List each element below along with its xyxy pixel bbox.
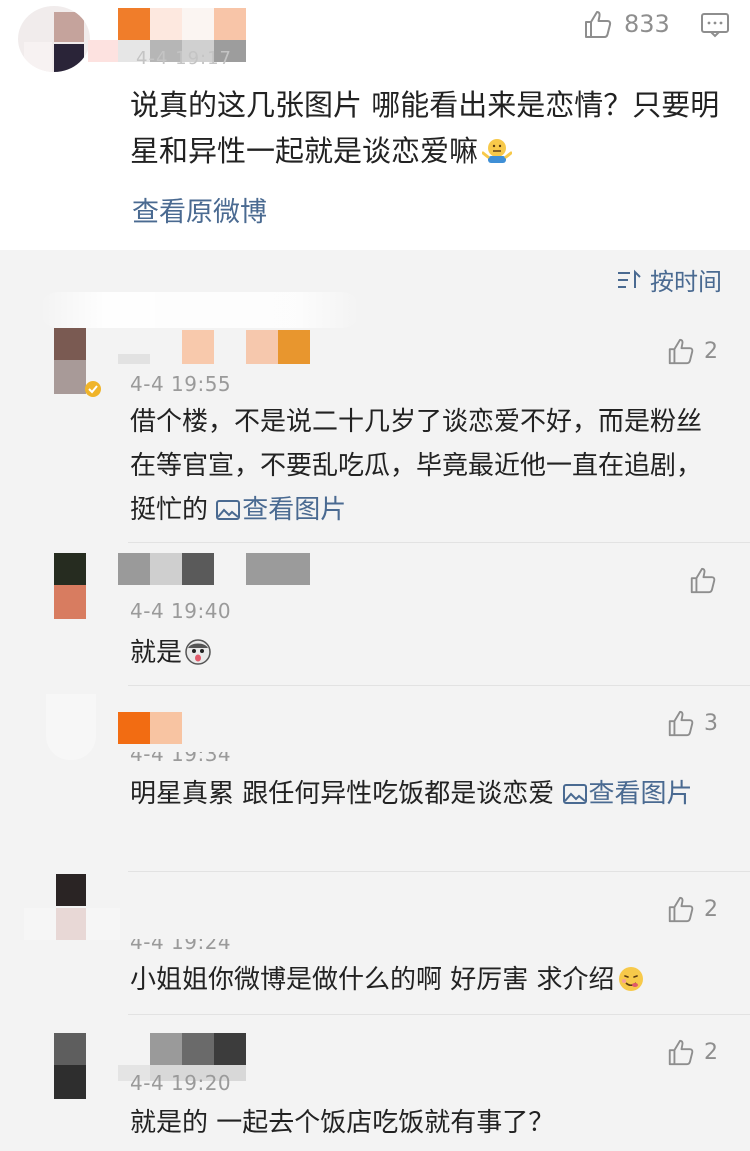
username-mosaic[interactable] xyxy=(118,712,182,748)
top-comment-card: 833 4-4 19:17 说真的这几张图片 哪能看出来是恋情？只要明星和异性一… xyxy=(0,0,750,250)
like-count: 2 xyxy=(704,896,718,922)
sort-toggle[interactable]: 按时间 xyxy=(616,262,722,297)
thumbs-up-icon xyxy=(668,1039,694,1066)
comment-text: 就是的 一起去个饭店吃饭就有事了？ xyxy=(130,1101,720,1145)
comment-text-content: 说真的这几张图片 哪能看出来是恋情？只要明星和异性一起就是谈恋爱嘛 xyxy=(130,88,720,168)
shrug-emoji-icon xyxy=(482,139,513,163)
view-image-label: 查看图片 xyxy=(588,779,693,809)
like-button[interactable]: 3 xyxy=(666,708,718,738)
verified-badge-icon xyxy=(85,381,101,397)
comment-time: 4-4 19:17 xyxy=(136,48,232,69)
comment-time: 4-4 19:55 xyxy=(130,372,232,396)
thumbs-up-icon xyxy=(668,896,694,923)
comment-time: 4-4 19:20 xyxy=(130,1071,232,1095)
comment-text: 说真的这几张图片 哪能看出来是恋情？只要明星和异性一起就是谈恋爱嘛 xyxy=(130,82,720,174)
comment-text: 借个楼，不是说二十几岁了谈恋爱不好，而是粉丝在等官宣，不要乱吃瓜，毕竟最近他一直… xyxy=(130,400,720,532)
username-mosaic[interactable] xyxy=(118,553,318,589)
username-mosaic[interactable] xyxy=(118,328,318,364)
yummy-emoji-icon xyxy=(618,967,643,991)
avatar[interactable] xyxy=(54,1033,86,1099)
avatar[interactable] xyxy=(46,694,96,760)
like-count: 2 xyxy=(704,338,718,364)
comment-icon[interactable] xyxy=(700,12,730,38)
thumbs-up-icon xyxy=(668,338,694,365)
view-original-link[interactable]: 查看原微博 xyxy=(132,190,267,229)
avatar[interactable] xyxy=(18,6,90,72)
comment-text-content: 小姐姐你微博是做什么的啊 好厉害 求介绍 xyxy=(130,965,615,995)
comment-text-content: 就是的 一起去个饭店吃饭就有事了？ xyxy=(130,1108,555,1138)
image-icon xyxy=(562,784,587,804)
image-icon xyxy=(216,500,241,520)
like-button[interactable]: 2 xyxy=(666,1037,718,1067)
comment-time: 4-4 19:24 xyxy=(130,930,232,954)
thumbs-up-icon xyxy=(585,11,612,38)
list-item: 4-4 19:24 2 小姐姐你微博是做什么的啊 好厉害 求介绍 xyxy=(0,872,750,1014)
like-button[interactable]: 2 xyxy=(666,894,718,924)
sort-label: 按时间 xyxy=(650,268,722,296)
view-image-link[interactable]: 查看图片 xyxy=(562,779,693,809)
like-count: 3 xyxy=(704,710,718,736)
list-item: 4-4 19:40 就是 xyxy=(0,543,750,685)
list-item: 4-4 19:20 2 就是的 一起去个饭店吃饭就有事了？ xyxy=(0,1015,750,1151)
husky-emoji-icon xyxy=(185,639,211,665)
like-button[interactable]: 2 xyxy=(666,336,718,366)
view-image-link[interactable]: 查看图片 xyxy=(216,495,346,525)
comment-text: 明星真累 跟任何异性吃饭都是谈恋爱 查看图片 xyxy=(130,772,720,816)
view-image-label: 查看图片 xyxy=(242,495,347,525)
list-item: 4-4 19:55 2 借个楼，不是说二十几岁了谈恋爱不好，而是粉丝在等官宣，不… xyxy=(0,320,750,542)
like-button[interactable]: 833 xyxy=(582,8,670,40)
avatar[interactable] xyxy=(24,874,120,940)
comment-text-content: 就是 xyxy=(130,638,183,668)
comment-text: 小姐姐你微博是做什么的啊 好厉害 求介绍 xyxy=(130,958,720,1002)
thumbs-up-icon xyxy=(690,567,716,594)
sort-icon xyxy=(618,269,641,288)
like-count: 2 xyxy=(704,1039,718,1065)
list-item: 4-4 19:34 3 明星真累 跟任何异性吃饭都是谈恋爱 查看图片 xyxy=(0,686,750,871)
thumbs-up-icon xyxy=(668,710,694,737)
avatar[interactable] xyxy=(54,328,86,394)
like-count: 833 xyxy=(624,10,670,38)
like-button[interactable] xyxy=(688,565,718,595)
comment-text: 就是 xyxy=(130,631,720,675)
avatar[interactable] xyxy=(54,553,86,619)
comment-time: 4-4 19:40 xyxy=(130,599,232,623)
comment-text-content: 明星真累 跟任何异性吃饭都是谈恋爱 xyxy=(130,779,555,809)
